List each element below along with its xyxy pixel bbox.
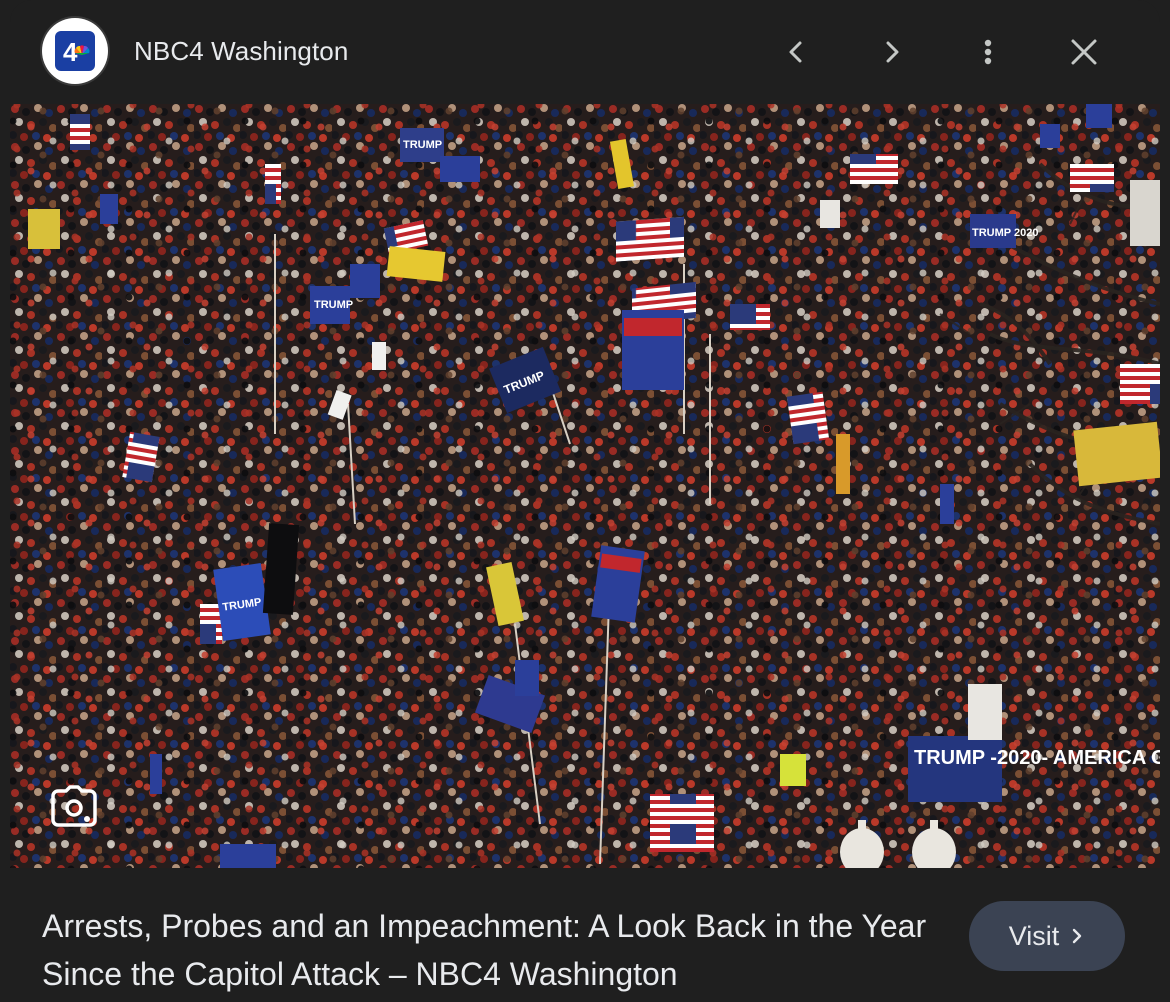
flag-text: TRUMP -2020- AMERICA GREAT bbox=[914, 747, 1160, 769]
flag-text: TRUMP 2020 bbox=[972, 227, 1038, 239]
site-name[interactable]: NBC4 Washington bbox=[134, 36, 348, 67]
more-options-button[interactable] bbox=[966, 30, 1010, 74]
google-lens-button[interactable] bbox=[50, 784, 98, 828]
site-logo[interactable]: 4 bbox=[42, 18, 108, 84]
next-button[interactable] bbox=[870, 30, 914, 74]
chevron-left-icon bbox=[789, 41, 802, 63]
previous-button[interactable] bbox=[774, 30, 818, 74]
google-lens-icon bbox=[51, 785, 97, 827]
image-info-footer: Arrests, Probes and an Impeachment: A Lo… bbox=[10, 868, 1160, 1002]
visit-button[interactable]: Visit bbox=[969, 901, 1125, 971]
image-viewer-panel: 4 NBC4 Washington TRUMP TRUMP TRUMP TRUM… bbox=[10, 0, 1160, 1002]
viewer-header: 4 NBC4 Washington bbox=[10, 0, 1160, 104]
flag-text: TRUMP bbox=[314, 299, 353, 311]
flag-text: TRUMP bbox=[403, 139, 442, 151]
crowd-photo: TRUMP TRUMP TRUMP TRUMP 2020 TRUMP TRUMP… bbox=[10, 104, 1160, 868]
visit-label: Visit bbox=[1008, 920, 1060, 951]
more-vert-icon bbox=[984, 39, 992, 65]
close-button[interactable] bbox=[1062, 30, 1106, 74]
nbc4-logo-icon: 4 bbox=[55, 31, 95, 71]
chevron-right-small-icon bbox=[1073, 928, 1082, 944]
close-icon bbox=[1071, 39, 1097, 65]
chevron-right-icon bbox=[886, 41, 899, 63]
main-image[interactable]: TRUMP TRUMP TRUMP TRUMP 2020 TRUMP TRUMP… bbox=[10, 104, 1160, 868]
image-title[interactable]: Arrests, Probes and an Impeachment: A Lo… bbox=[42, 902, 942, 998]
